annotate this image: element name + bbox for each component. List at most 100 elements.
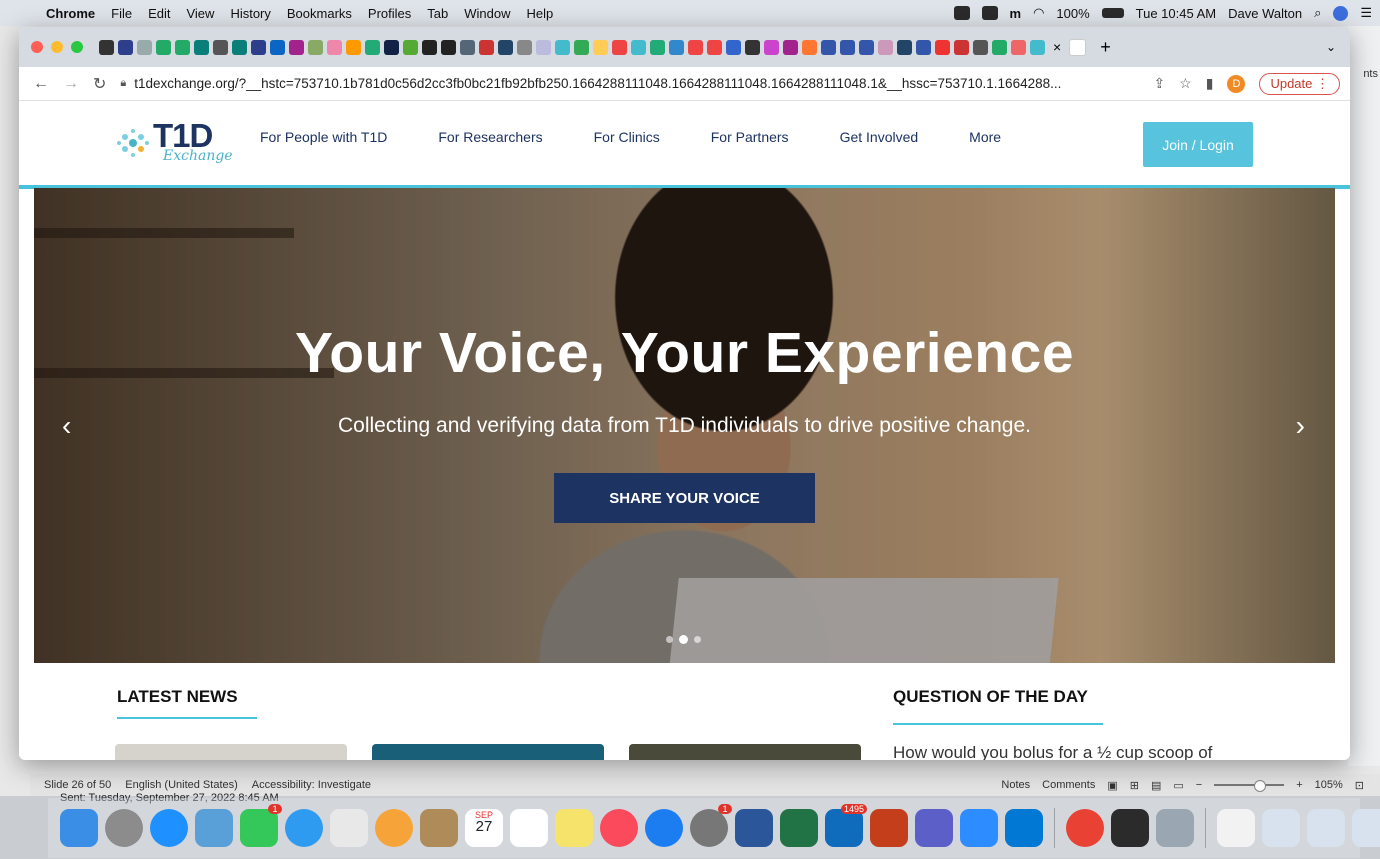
battery-icon[interactable] [1101,8,1124,18]
status-app-icon[interactable] [981,6,998,20]
menu-help[interactable]: Help [527,6,554,21]
notes-icon[interactable] [555,809,593,847]
tab-favicon[interactable] [574,39,589,55]
tab-favicon[interactable] [384,39,399,55]
nav-researchers[interactable]: For Researchers [438,129,542,145]
tab-favicon[interactable] [973,39,988,55]
tab-favicon[interactable] [232,39,247,55]
tab-search-chevron-icon[interactable]: ⌄ [1326,40,1336,54]
accessibility-status[interactable]: Accessibility: Investigate [252,779,371,791]
tab-favicon[interactable] [555,39,570,55]
tab-favicon[interactable] [403,39,418,55]
tab-favicon[interactable] [365,39,380,55]
tab-favicon[interactable] [1030,39,1045,55]
update-button[interactable]: Update ⋮ [1259,72,1340,95]
launchpad-icon[interactable] [105,809,143,847]
tab-favicon[interactable] [460,39,475,55]
user-name[interactable]: Dave Walton [1228,6,1302,21]
tab-favicon[interactable] [517,39,532,55]
menu-window[interactable]: Window [464,6,510,21]
contacts-icon[interactable] [420,809,458,847]
tab-favicon[interactable] [783,39,798,55]
tab-favicon[interactable] [802,39,817,55]
news-card[interactable] [372,744,604,760]
menu-view[interactable]: View [186,6,214,21]
language-status[interactable]: English (United States) [125,779,238,791]
utility-app-icon[interactable] [1156,809,1194,847]
nav-get-involved[interactable]: Get Involved [840,129,919,145]
t1d-exchange-logo[interactable]: T1D Exchange [115,115,233,171]
carousel-dot[interactable] [694,636,701,643]
comments-button[interactable]: Comments [1042,779,1095,791]
photos-icon[interactable] [375,809,413,847]
messages-icon[interactable] [285,809,323,847]
share-your-voice-button[interactable]: SHARE YOUR VOICE [554,473,815,523]
sidepanel-icon[interactable]: ▮ [1206,75,1214,92]
tab-favicon[interactable] [194,39,209,55]
wifi-icon[interactable]: ◠ [1033,5,1044,21]
profile-avatar[interactable]: D [1227,74,1246,93]
zoom-level[interactable]: 105% [1315,779,1343,791]
bookmark-star-icon[interactable]: ☆ [1179,75,1192,92]
cloud-icon[interactable] [953,6,970,20]
tab-favicon[interactable] [859,39,874,55]
calendar-icon[interactable]: SEP 27 [465,809,503,847]
tab-favicon[interactable] [118,39,133,55]
tab-favicon[interactable] [175,39,190,55]
zoom-out-icon[interactable]: − [1196,779,1202,791]
menu-app-name[interactable]: Chrome [46,6,95,21]
word-icon[interactable] [735,809,773,847]
battery-percent[interactable]: 100% [1056,6,1089,21]
document-icon[interactable] [1217,809,1255,847]
menu-file[interactable]: File [111,6,132,21]
tab-favicon[interactable] [1011,39,1026,55]
control-center-icon[interactable]: ☰ [1360,5,1372,21]
nav-people-with-t1d[interactable]: For People with T1D [260,129,387,145]
tab-favicon[interactable] [954,39,969,55]
tab-favicon[interactable] [840,39,855,55]
normal-view-icon[interactable]: ▣ [1107,779,1117,792]
zoom-slider-knob[interactable] [1254,780,1267,792]
slide-sorter-icon[interactable]: ⊞ [1130,779,1139,792]
share-icon[interactable]: ⇪ [1153,75,1165,92]
tab-favicon[interactable] [270,39,285,55]
back-icon[interactable]: ← [33,75,49,93]
reading-view-icon[interactable]: ▤ [1151,779,1161,792]
carousel-next-icon[interactable]: › [1296,410,1305,442]
safari-icon[interactable] [150,809,188,847]
powerpoint-icon[interactable] [870,809,908,847]
url-text[interactable]: t1dexchange.org/?__hstc=753710.1b781d0c5… [134,76,1061,91]
tab-favicon[interactable] [612,39,627,55]
tab-favicon[interactable] [935,39,950,55]
utility-app-icon[interactable] [330,809,368,847]
nav-clinics[interactable]: For Clinics [594,129,660,145]
news-card[interactable] [115,744,347,760]
tab-favicon[interactable] [745,39,760,55]
close-window-button[interactable] [31,41,43,53]
menu-bookmarks[interactable]: Bookmarks [287,6,352,21]
nav-partners[interactable]: For Partners [711,129,789,145]
tab-favicon[interactable] [878,39,893,55]
tab-favicon[interactable] [346,39,361,55]
tab-favicon[interactable] [707,39,722,55]
reminders-icon[interactable] [510,809,548,847]
carousel-prev-icon[interactable]: ‹ [62,410,71,442]
tab-favicon[interactable] [213,39,228,55]
outlook-icon[interactable]: 1495 [825,804,867,847]
news-card[interactable] [629,744,861,760]
tab-favicon[interactable] [156,39,171,55]
tab-favicon[interactable] [289,39,304,55]
menu-tab[interactable]: Tab [427,6,448,21]
tab-favicon[interactable] [669,39,684,55]
url-field[interactable]: 🔒︎ t1dexchange.org/?__hstc=753710.1b781d… [120,76,1120,91]
tab-favicon[interactable] [137,39,152,55]
close-tab-icon[interactable]: × [1053,39,1061,55]
carousel-dot[interactable] [666,636,673,643]
tab-favicon[interactable] [897,39,912,55]
tab-favicon[interactable] [327,39,342,55]
tab-favicon[interactable] [821,39,836,55]
tab-favicon[interactable] [251,39,266,55]
zoom-slider[interactable] [1214,780,1285,792]
tab-favicon[interactable] [631,39,646,55]
tab-favicon[interactable] [593,39,608,55]
